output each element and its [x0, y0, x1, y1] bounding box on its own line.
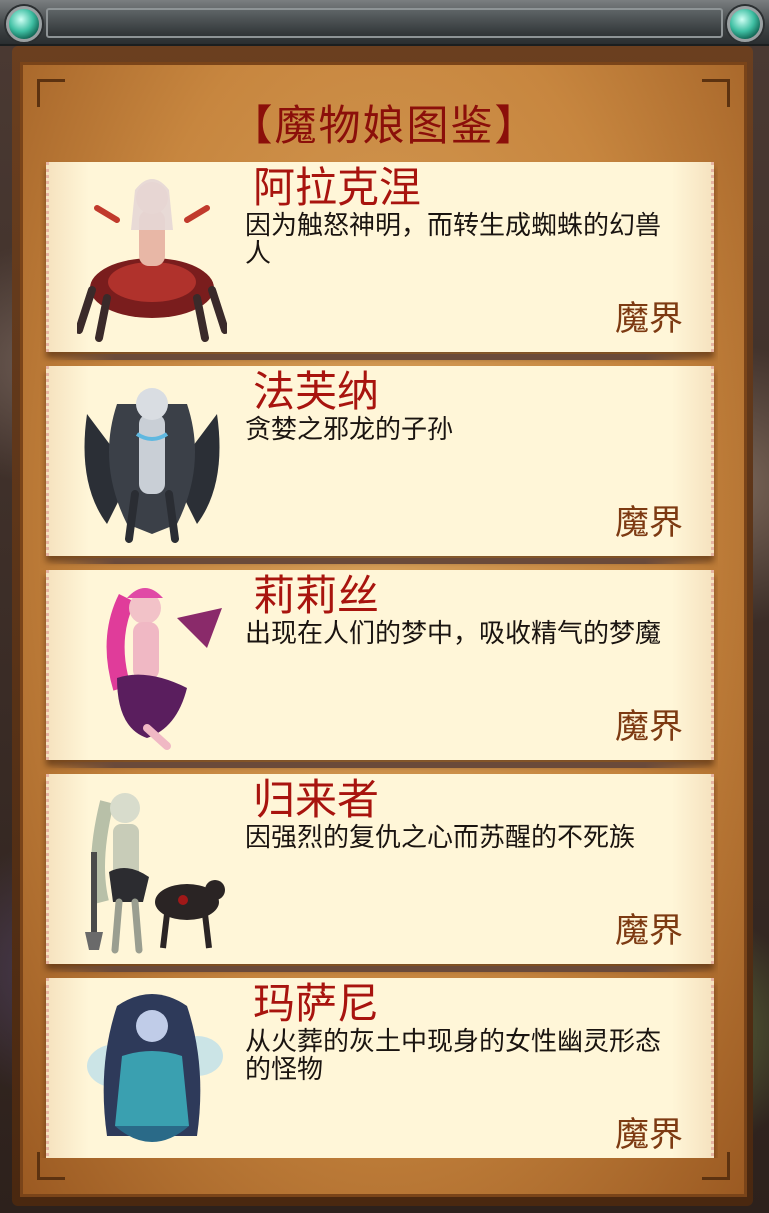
page-title: 【魔物娘图鉴】 [230, 101, 539, 150]
monster-realm: 魔界 [615, 911, 683, 951]
monster-card[interactable]: 莉莉丝 出现在人们的梦中，吸收精气的梦魔 魔界 [46, 570, 714, 768]
succubus-portrait [106, 588, 222, 750]
monster-name: 法芙纳 [253, 367, 380, 416]
top-bar-slot [46, 8, 723, 38]
monster-name: 归来者 [253, 775, 380, 824]
monster-list[interactable]: 阿拉克涅 因为触怒神明，而转生成蜘蛛的幻兽人 魔界 法芙纳 贪婪之邪龙的子孙 魔… [40, 160, 718, 1158]
monster-realm: 魔界 [615, 707, 683, 747]
monster-realm: 魔界 [615, 1115, 683, 1155]
monster-description: 出现在人们的梦中，吸收精气的梦魔 [245, 619, 662, 649]
monster-description: 因为触怒神明，而转生成蜘蛛的幻兽人 [245, 211, 662, 269]
monster-card[interactable]: 归来者 因强烈的复仇之心而苏醒的不死族 魔界 [46, 774, 714, 972]
monster-name: 阿拉克涅 [253, 163, 422, 212]
monster-realm: 魔界 [615, 299, 683, 339]
gem-icon [727, 6, 763, 42]
monster-description: 因强烈的复仇之心而苏醒的不死族 [245, 823, 636, 853]
monster-name: 玛萨尼 [253, 979, 380, 1028]
monster-card[interactable]: 法芙纳 贪婪之邪龙的子孙 魔界 [46, 366, 714, 564]
monster-description: 从火葬的灰土中现身的女性幽灵形态的怪物 [245, 1027, 662, 1085]
monster-card[interactable]: 玛萨尼 从火葬的灰土中现身的女性幽灵形态的怪物 魔界 [46, 978, 714, 1158]
monster-name: 莉莉丝 [253, 571, 380, 620]
undead-girl-portrait [85, 793, 225, 954]
card-divider [49, 558, 711, 564]
card-divider [49, 762, 711, 768]
monster-realm: 魔界 [615, 503, 683, 543]
dragon-girl-portrait [84, 388, 220, 543]
ghost-girl-portrait [87, 994, 223, 1142]
spider-girl-portrait [77, 179, 227, 342]
gem-icon [6, 6, 42, 42]
monster-card[interactable]: 阿拉克涅 因为触怒神明，而转生成蜘蛛的幻兽人 魔界 [46, 162, 714, 360]
card-divider [49, 966, 711, 972]
card-divider [49, 354, 711, 360]
top-bar [0, 0, 769, 46]
monster-description: 贪婪之邪龙的子孙 [245, 415, 454, 445]
